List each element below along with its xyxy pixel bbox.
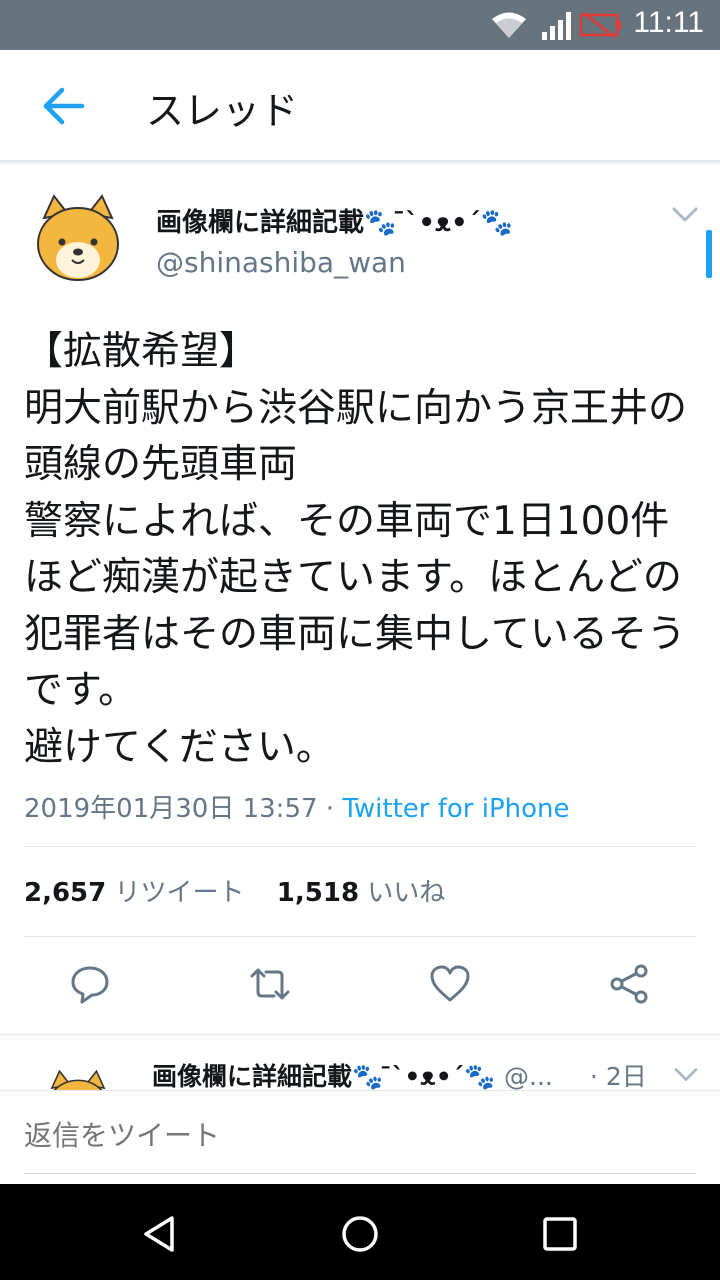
reply-bar — [0, 1090, 720, 1184]
recents-square-icon[interactable] — [538, 1212, 582, 1256]
retweet-icon[interactable] — [248, 962, 292, 1006]
avatar[interactable] — [26, 188, 130, 292]
display-name[interactable]: 画像欄に詳細記載🐾 ̄`•ᴥ•´🐾 — [156, 202, 513, 239]
reply-input[interactable] — [24, 1119, 684, 1152]
tweet: 画像欄に詳細記載🐾 ̄`•ᴥ•´🐾 @shinashiba_wan 【拡散希望】… — [0, 164, 720, 1034]
reply-icon[interactable] — [68, 962, 112, 1006]
retweet-label[interactable]: リツイート — [115, 878, 245, 908]
status-time: 11:11 — [633, 6, 704, 39]
back-arrow-icon[interactable] — [36, 78, 92, 134]
like-label[interactable]: いいね — [367, 878, 445, 908]
next-tweet-header: 画像欄に詳細記載🐾 ̄`•ᴥ•´🐾 @... — [152, 1057, 553, 1090]
divider — [24, 846, 696, 847]
tweet-time: · 2日 — [590, 1062, 647, 1090]
like-count[interactable]: 1,518 — [277, 878, 359, 908]
chevron-down-icon[interactable] — [670, 204, 700, 226]
divider — [24, 936, 696, 937]
app-bar: スレッド — [0, 50, 720, 162]
shiba-dog-icon — [40, 1065, 116, 1090]
battery-alert-icon — [580, 12, 621, 38]
display-name[interactable]: 画像欄に詳細記載🐾 ̄`•ᴥ•´🐾 — [152, 1062, 495, 1090]
shiba-dog-icon — [26, 188, 130, 292]
reply-underline — [24, 1173, 696, 1174]
user-handle[interactable]: @shinashiba_wan — [156, 246, 406, 279]
avatar[interactable] — [38, 1065, 118, 1090]
status-bar: 11:11 — [0, 0, 720, 50]
wifi-icon — [492, 12, 526, 38]
scrollbar[interactable] — [706, 230, 712, 278]
back-triangle-icon[interactable] — [138, 1212, 182, 1256]
next-tweet[interactable]: 画像欄に詳細記載🐾 ̄`•ᴥ•´🐾 @... · 2日 — [0, 1034, 720, 1090]
navigation-bar — [0, 1184, 720, 1280]
share-icon[interactable] — [608, 962, 652, 1006]
tweet-date: 2019年01月30日 13:57 · — [24, 794, 343, 824]
chevron-down-icon[interactable] — [672, 1065, 700, 1085]
user-handle[interactable]: @... — [504, 1062, 553, 1090]
home-circle-icon[interactable] — [338, 1212, 382, 1256]
tweet-text: 【拡散希望】 明大前駅から渋谷駅に向かう京王井の頭線の先頭車両 警察によれば、そ… — [24, 329, 688, 770]
retweet-count[interactable]: 2,657 — [24, 878, 106, 908]
tweet-source-link[interactable]: Twitter for iPhone — [342, 794, 569, 824]
page-title: スレッド — [146, 89, 299, 133]
tweet-meta: 2019年01月30日 13:57 · Twitter for iPhone — [24, 788, 570, 825]
signal-icon — [542, 12, 571, 40]
tweet-stats: 2,657 リツイート 1,518 いいね — [24, 872, 469, 909]
heart-icon[interactable] — [428, 962, 472, 1006]
